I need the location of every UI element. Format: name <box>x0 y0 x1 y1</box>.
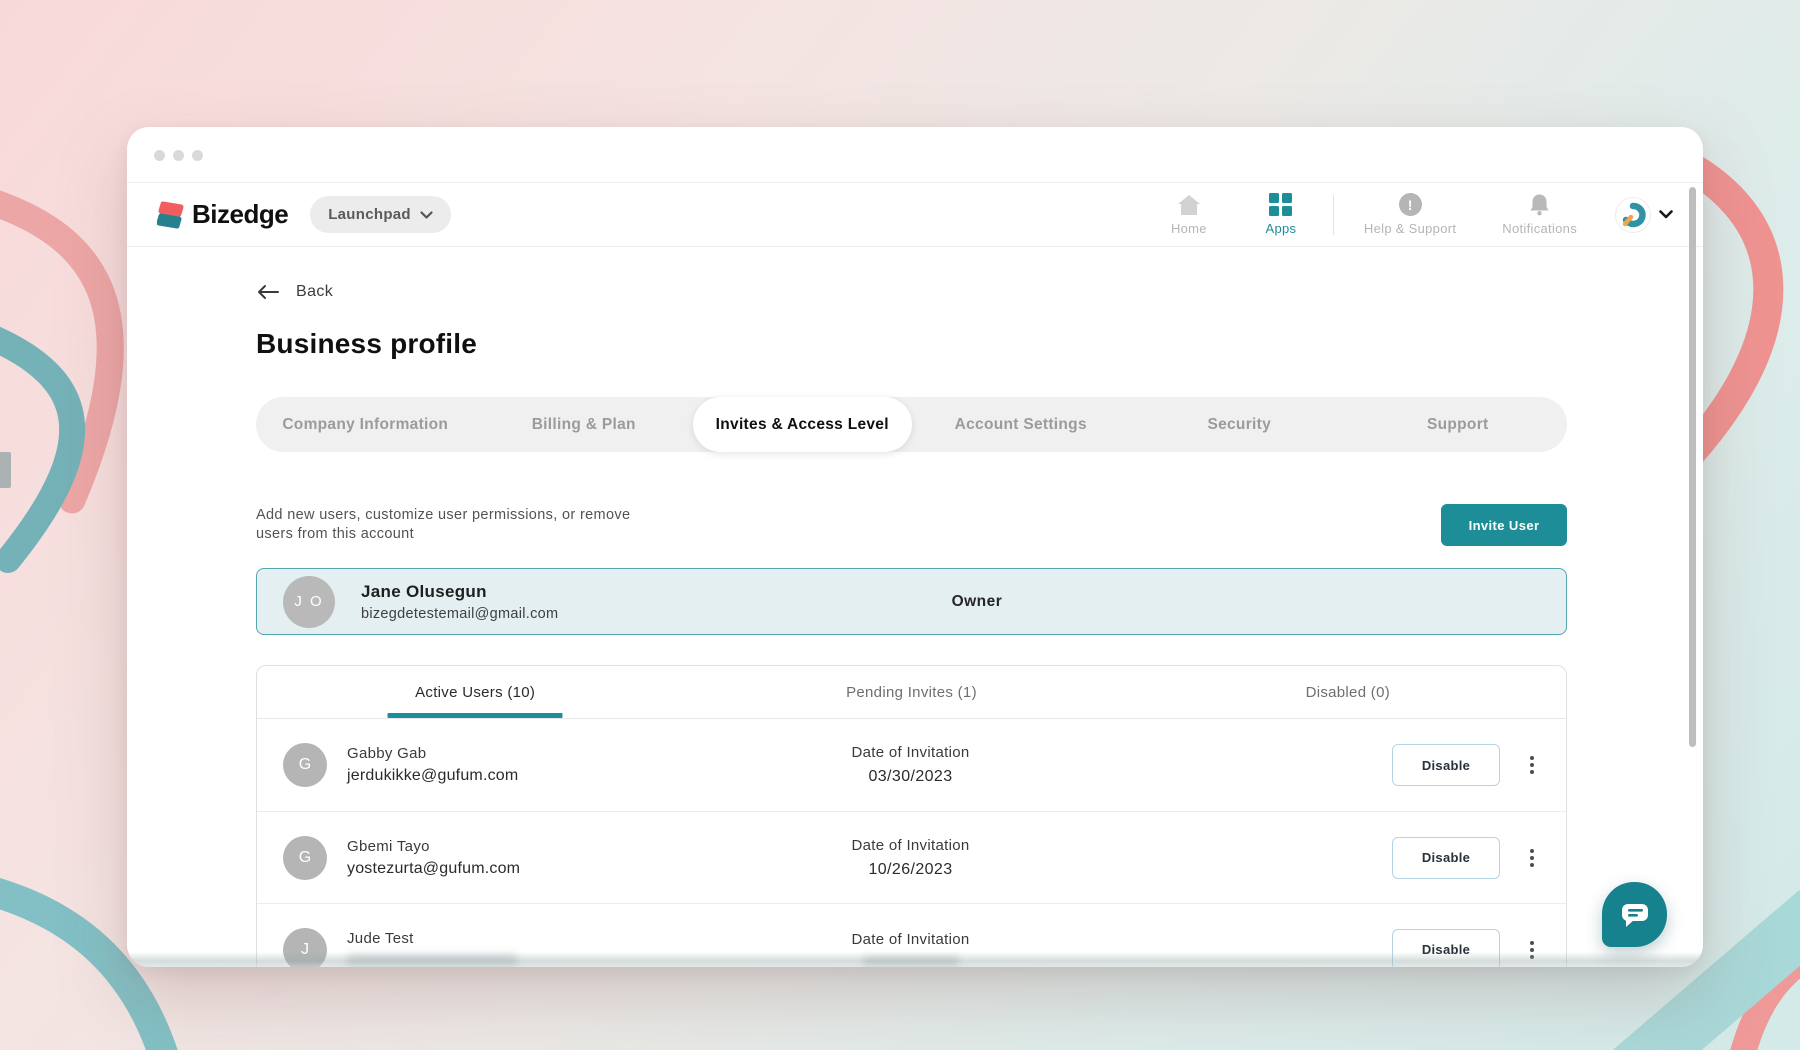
owner-avatar: J O <box>283 576 335 628</box>
chat-icon <box>1618 899 1652 931</box>
user-row: G Gbemi Tayo yostezurta@gufum.com Date o… <box>257 811 1566 903</box>
tab-support[interactable]: Support <box>1349 397 1568 452</box>
profile-menu[interactable] <box>1615 197 1673 233</box>
blurred-invitation-date <box>863 956 959 968</box>
user-name: Jude Test <box>347 930 517 947</box>
disable-button[interactable]: Disable <box>1392 929 1500 968</box>
user-name: Gabby Gab <box>347 745 518 762</box>
user-row: J Jude Test Date of Invitation Disable <box>257 903 1566 967</box>
launchpad-button[interactable]: Launchpad <box>310 196 451 233</box>
chat-launcher-button[interactable] <box>1602 882 1667 947</box>
tab-security[interactable]: Security <box>1130 397 1349 452</box>
nav-notifications-label: Notifications <box>1502 221 1577 236</box>
profile-tab-bar: Company Information Billing & Plan Invit… <box>256 397 1567 452</box>
back-button[interactable]: Back <box>256 283 366 301</box>
invitation-date-label: Date of Invitation <box>722 744 1099 761</box>
disable-button[interactable]: Disable <box>1392 837 1500 879</box>
disable-button[interactable]: Disable <box>1392 744 1500 786</box>
profile-avatar-logo-icon <box>1620 202 1646 228</box>
help-circle-icon: ! <box>1399 193 1422 216</box>
section-description-line1: Add new users, customize user permission… <box>256 506 630 525</box>
nav-help-label: Help & Support <box>1364 221 1456 236</box>
window-controls <box>154 150 203 161</box>
window-chrome <box>127 127 1703 182</box>
page-title: Business profile <box>256 327 1567 361</box>
nav-notifications[interactable]: Notifications <box>1502 193 1577 236</box>
brand-logo: Bizedge <box>157 199 288 230</box>
owner-email: bizegdetestemail@gmail.com <box>361 606 558 622</box>
kebab-menu-button[interactable] <box>1526 752 1538 778</box>
tab-invites-access-level[interactable]: Invites & Access Level <box>693 397 912 452</box>
profile-avatar <box>1615 197 1651 233</box>
tab-pending-invites[interactable]: Pending Invites (1) <box>693 666 1129 718</box>
section-description: Add new users, customize user permission… <box>256 506 630 544</box>
nav-divider <box>1333 195 1334 235</box>
brand-logo-icon <box>157 199 184 230</box>
launchpad-label: Launchpad <box>328 206 411 223</box>
invitation-date: 10/26/2023 <box>722 861 1099 879</box>
app-header: Bizedge Launchpad Home Apps ! <box>127 182 1703 247</box>
user-avatar-initial: J <box>283 928 327 968</box>
active-tab-underline <box>388 713 563 718</box>
tab-active-users-label: Active Users (10) <box>415 684 535 701</box>
owner-role-badge: Owner <box>952 593 1003 611</box>
window-dot <box>154 150 165 161</box>
tab-company-information[interactable]: Company Information <box>256 397 475 452</box>
tab-account-settings[interactable]: Account Settings <box>912 397 1131 452</box>
apps-grid-icon <box>1269 193 1292 216</box>
nav-help-support[interactable]: ! Help & Support <box>1364 193 1456 236</box>
nav-apps-label: Apps <box>1265 221 1296 236</box>
brand-name: Bizedge <box>192 199 288 230</box>
tab-pending-invites-label: Pending Invites (1) <box>846 684 977 701</box>
user-row: G Gabby Gab jerdukikke@gufum.com Date of… <box>257 719 1566 811</box>
header-nav: Home Apps ! Help & Support Notifications <box>1163 193 1673 236</box>
user-avatar-initial: G <box>283 743 327 787</box>
kebab-menu-button[interactable] <box>1526 845 1538 871</box>
invites-toolbar: Add new users, customize user permission… <box>256 504 1567 546</box>
invite-user-button[interactable]: Invite User <box>1441 504 1567 546</box>
tab-disabled-label: Disabled (0) <box>1306 684 1390 701</box>
invitation-date-label: Date of Invitation <box>722 837 1099 854</box>
users-card: Active Users (10) Pending Invites (1) Di… <box>256 665 1567 967</box>
arrow-left-icon <box>256 284 280 300</box>
tab-billing-plan[interactable]: Billing & Plan <box>475 397 694 452</box>
user-email: yostezurta@gufum.com <box>347 860 520 878</box>
invitation-date: 03/30/2023 <box>722 768 1099 786</box>
main-content: Back Business profile Company Informatio… <box>127 283 1703 967</box>
nav-apps[interactable]: Apps <box>1255 193 1307 236</box>
tab-disabled[interactable]: Disabled (0) <box>1130 666 1566 718</box>
chevron-down-icon[interactable] <box>1659 210 1673 219</box>
chevron-down-icon <box>420 211 433 219</box>
nav-home-label: Home <box>1171 221 1207 236</box>
user-list-tabs: Active Users (10) Pending Invites (1) Di… <box>257 666 1566 719</box>
owner-card: J O Jane Olusegun bizegdetestemail@gmail… <box>256 568 1567 635</box>
home-icon <box>1177 194 1201 216</box>
window-dot <box>192 150 203 161</box>
owner-info: Jane Olusegun bizegdetestemail@gmail.com <box>361 582 558 622</box>
user-email: jerdukikke@gufum.com <box>347 767 518 785</box>
scrollbar[interactable] <box>1689 187 1696 747</box>
nav-home[interactable]: Home <box>1163 194 1215 236</box>
user-avatar-initial: G <box>283 836 327 880</box>
back-label: Back <box>296 283 333 301</box>
owner-name: Jane Olusegun <box>361 582 558 602</box>
kebab-menu-button[interactable] <box>1526 937 1538 963</box>
bell-icon <box>1529 193 1550 216</box>
user-name: Gbemi Tayo <box>347 838 520 855</box>
blurred-user-email <box>347 954 517 967</box>
invitation-date-label: Date of Invitation <box>722 931 1099 948</box>
window-dot <box>173 150 184 161</box>
tab-active-users[interactable]: Active Users (10) <box>257 666 693 718</box>
section-description-line2: users from this account <box>256 525 630 544</box>
app-window: Bizedge Launchpad Home Apps ! <box>127 127 1703 967</box>
